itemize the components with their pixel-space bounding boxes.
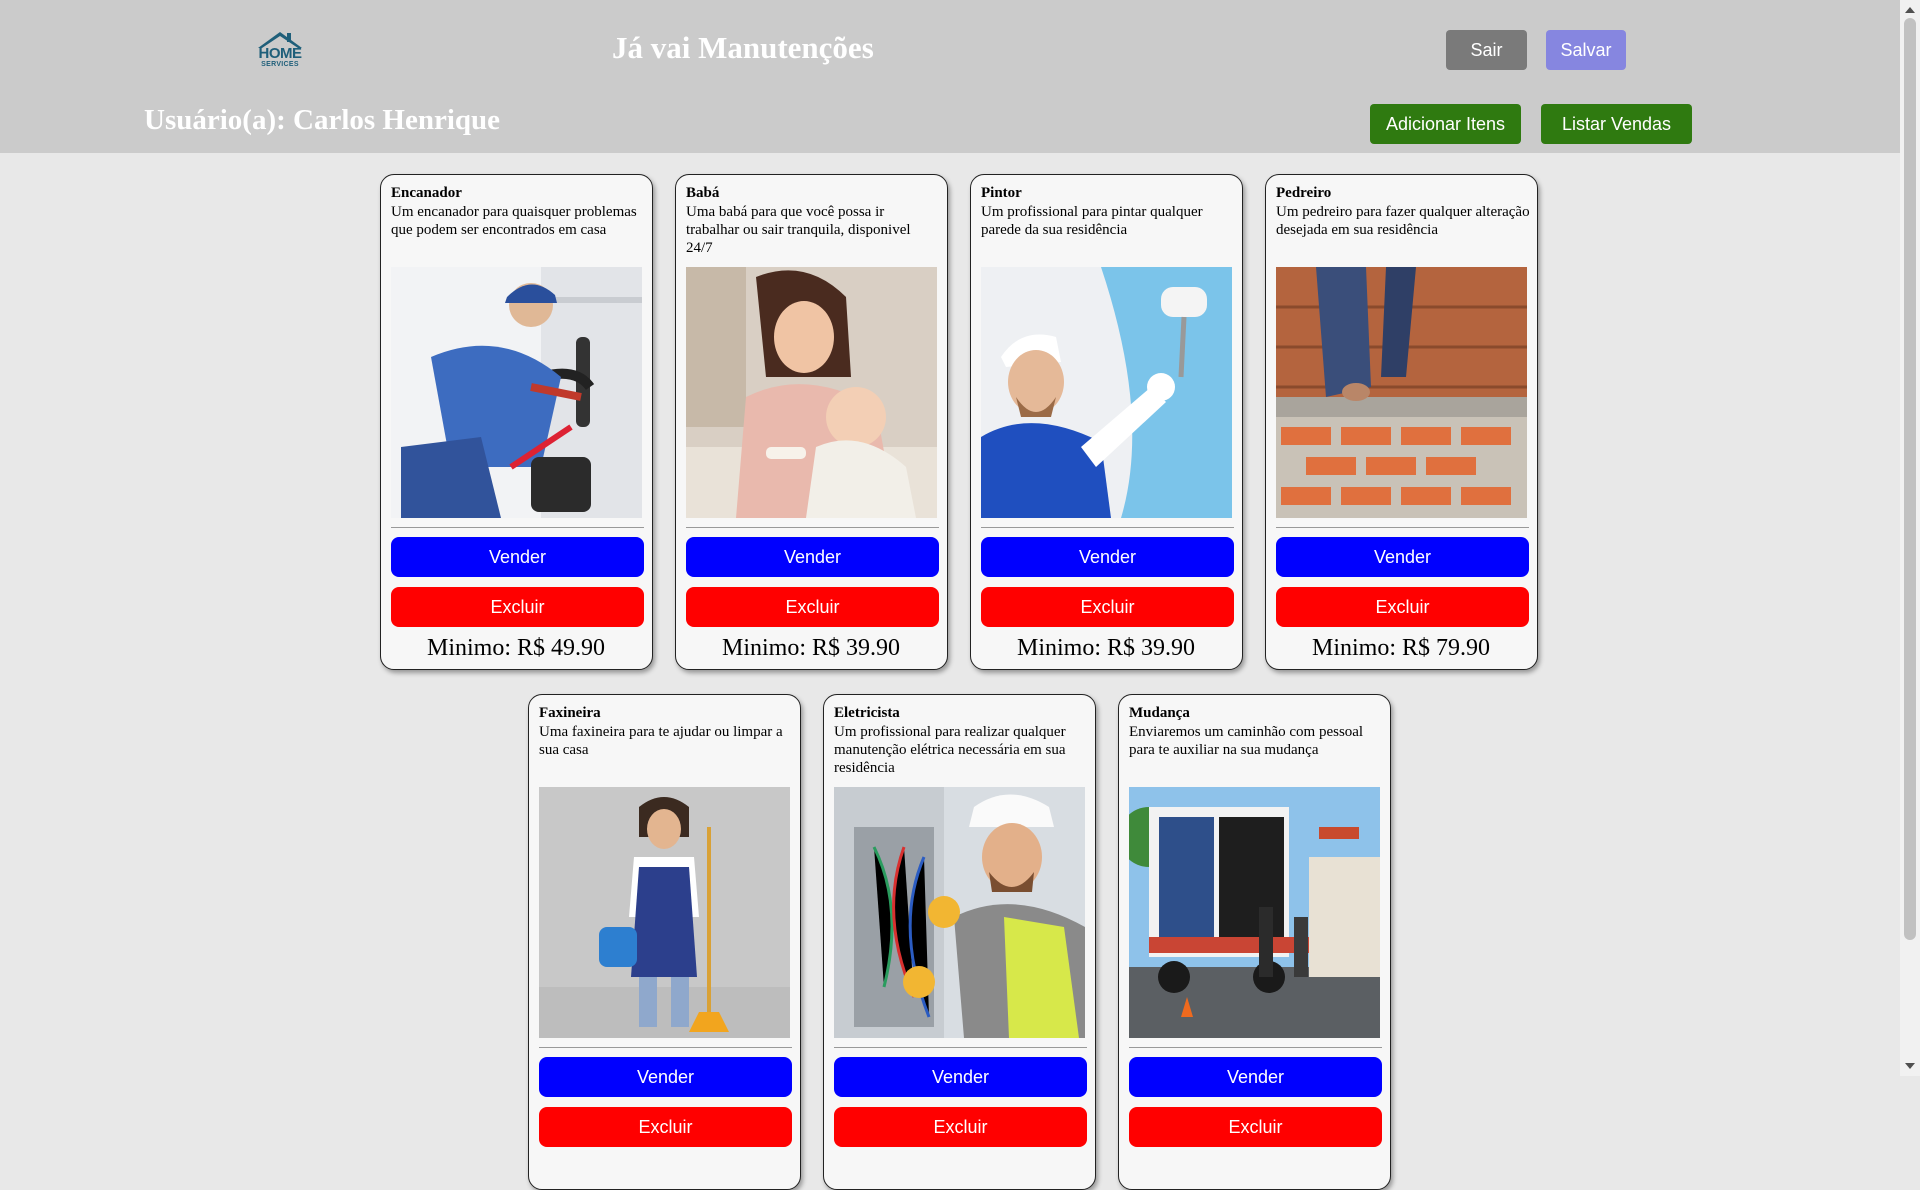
card-description: Um profissional para pintar qualquer par… <box>981 204 1203 238</box>
list-sales-button[interactable]: Listar Vendas <box>1541 104 1692 144</box>
sell-button[interactable]: Vender <box>981 537 1234 577</box>
moving-truck-photo <box>1129 787 1380 1038</box>
card-description: Um profissional para realizar qualquer m… <box>834 724 1066 776</box>
card-description: Um pedreiro para fazer qualquer alteraçã… <box>1276 204 1530 238</box>
card-description: Uma faxineira para te ajudar ou limpar a… <box>539 724 783 758</box>
sell-button[interactable]: Vender <box>686 537 939 577</box>
sell-button[interactable]: Vender <box>391 537 644 577</box>
home-services-logo: HOME SERVICES <box>254 28 306 74</box>
delete-button[interactable]: Excluir <box>391 587 644 627</box>
card-description: Um encanador para quaisquer problemas qu… <box>391 204 637 238</box>
add-items-button[interactable]: Adicionar Itens <box>1370 104 1521 144</box>
card-description: Uma babá para que você possa ir trabalha… <box>686 204 911 256</box>
card-divider <box>1129 1047 1382 1048</box>
card-divider <box>539 1047 792 1048</box>
card-title: Babá <box>686 185 720 201</box>
card-divider <box>834 1047 1087 1048</box>
logo-text: HOME SERVICES <box>254 46 306 68</box>
service-card-pedreiro: Pedreiro Um pedreiro para fazer qualquer… <box>1265 174 1538 670</box>
sell-button[interactable]: Vender <box>1129 1057 1382 1097</box>
logo-word-home: HOME <box>258 45 303 62</box>
painter-photo <box>981 267 1232 518</box>
salvar-button[interactable]: Salvar <box>1546 30 1626 70</box>
delete-button[interactable]: Excluir <box>539 1107 792 1147</box>
plumber-photo <box>391 267 642 518</box>
vertical-scrollbar[interactable] <box>1900 0 1920 1076</box>
card-divider <box>686 527 939 528</box>
electrician-photo <box>834 787 1085 1038</box>
service-card-mudanca: Mudança Enviaremos um caminhão com pesso… <box>1118 694 1391 1190</box>
nanny-photo <box>686 267 937 518</box>
card-title: Faxineira <box>539 705 601 721</box>
service-card-baba: Babá Uma babá para que você possa ir tra… <box>675 174 948 670</box>
card-min-price: Minimo: R$ 49.90 <box>426 635 606 661</box>
bricklayer-photo <box>1276 267 1527 518</box>
card-min-price: Minimo: R$ 79.90 <box>1311 635 1491 661</box>
service-card-eletricista: Eletricista Um profissional para realiza… <box>823 694 1096 1190</box>
delete-button[interactable]: Excluir <box>686 587 939 627</box>
sair-button[interactable]: Sair <box>1446 30 1527 70</box>
sell-button[interactable]: Vender <box>539 1057 792 1097</box>
card-title: Encanador <box>391 185 462 201</box>
scroll-up-arrow-icon[interactable] <box>1905 7 1915 13</box>
delete-button[interactable]: Excluir <box>1129 1107 1382 1147</box>
app-title: Já vai Manutenções <box>612 30 874 65</box>
card-title: Pintor <box>981 185 1022 201</box>
card-title: Eletricista <box>834 705 900 721</box>
card-divider <box>981 527 1234 528</box>
service-card-pintor: Pintor Um profissional para pintar qualq… <box>970 174 1243 670</box>
service-card-encanador: Encanador Um encanador para quaisquer pr… <box>380 174 653 670</box>
card-title: Mudança <box>1129 705 1190 721</box>
card-min-price: Minimo: R$ 39.90 <box>1016 635 1196 661</box>
user-name-label: Usuário(a): Carlos Henrique <box>144 104 501 136</box>
logo-word-services: SERVICES <box>261 61 299 68</box>
header-bar: HOME SERVICES Já vai Manutenções Usuário… <box>0 0 1900 153</box>
delete-button[interactable]: Excluir <box>1276 587 1529 627</box>
scrollbar-thumb[interactable] <box>1904 18 1916 940</box>
card-min-price: Minimo: R$ 39.90 <box>721 635 901 661</box>
sell-button[interactable]: Vender <box>1276 537 1529 577</box>
card-title: Pedreiro <box>1276 185 1332 201</box>
card-description: Enviaremos um caminhão com pessoal para … <box>1129 724 1364 758</box>
scroll-down-arrow-icon[interactable] <box>1905 1063 1915 1069</box>
delete-button[interactable]: Excluir <box>834 1107 1087 1147</box>
cleaner-photo <box>539 787 790 1038</box>
service-card-faxineira: Faxineira Uma faxineira para te ajudar o… <box>528 694 801 1190</box>
card-divider <box>391 527 644 528</box>
card-divider <box>1276 527 1529 528</box>
sell-button[interactable]: Vender <box>834 1057 1087 1097</box>
delete-button[interactable]: Excluir <box>981 587 1234 627</box>
